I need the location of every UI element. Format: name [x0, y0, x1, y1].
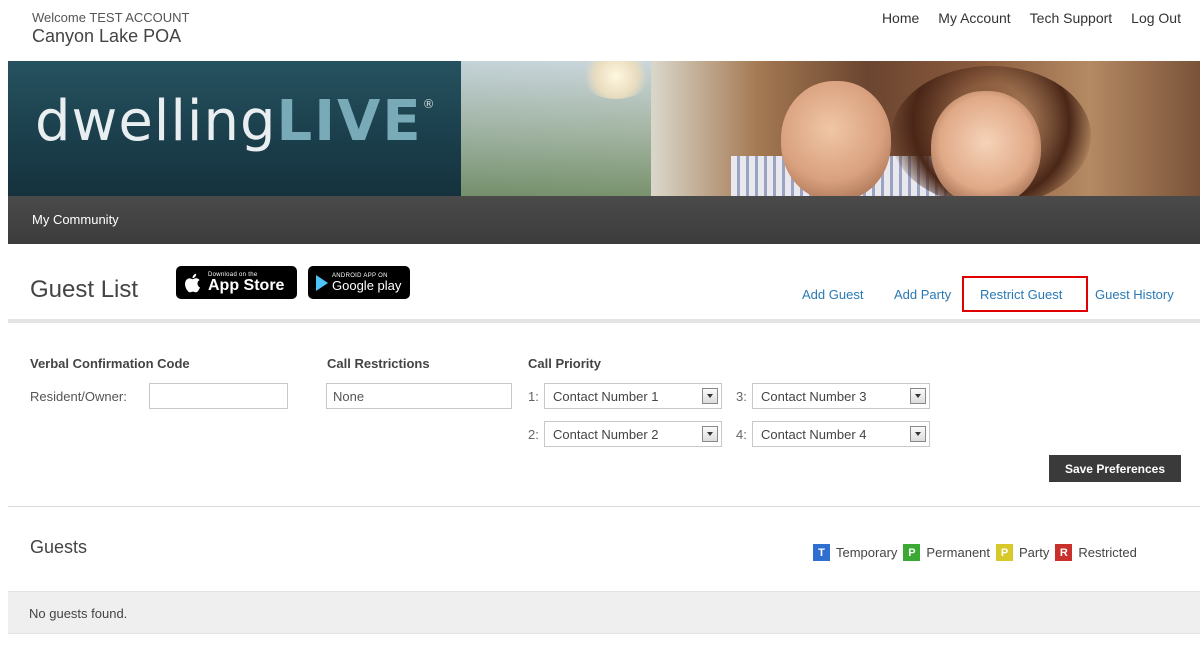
legend-permanent-label: Permanent — [926, 545, 991, 560]
legend: T Temporary P Permanent P Party R Restri… — [813, 544, 1137, 561]
nav-tech-support-link[interactable]: Tech Support — [1030, 10, 1113, 26]
legend-party-label: Party — [1019, 545, 1050, 560]
legend-temporary-label: Temporary — [836, 545, 898, 560]
legend-restricted-label: Restricted — [1078, 545, 1137, 560]
section-divider — [8, 319, 1200, 323]
google-play-text: ANDROID APP ON Google play — [332, 273, 401, 292]
chevron-down-icon — [910, 388, 926, 404]
restrict-guest-link-wrap: Restrict Guest — [980, 287, 1062, 302]
call-priority-heading: Call Priority — [528, 356, 601, 371]
app-store-text: Download on the App Store — [208, 272, 284, 294]
photo-face-man — [781, 81, 891, 196]
add-guest-link-wrap: Add Guest — [802, 287, 863, 302]
nav-home-link[interactable]: Home — [882, 10, 919, 26]
priority-1-number: 1: — [528, 389, 539, 404]
nav-my-account-link[interactable]: My Account — [938, 10, 1010, 26]
welcome-text: Welcome TEST ACCOUNT — [32, 10, 190, 25]
priority-2-select[interactable]: Contact Number 2 — [544, 421, 722, 447]
priority-1-select[interactable]: Contact Number 1 — [544, 383, 722, 409]
resident-owner-label: Resident/Owner: — [30, 389, 127, 404]
photo-face-woman — [931, 91, 1041, 196]
logo-main: dwelling — [35, 89, 277, 154]
top-nav: Home My Account Tech Support Log Out — [882, 10, 1181, 26]
legend-party-swatch: P — [996, 544, 1014, 561]
dwellinglive-logo: dwellingLIVE® — [35, 89, 436, 154]
priority-3-select[interactable]: Contact Number 3 — [752, 383, 930, 409]
app-store-big-text: App Store — [208, 276, 285, 294]
logo-registered-mark: ® — [422, 97, 436, 111]
page-title: Guest List — [30, 276, 139, 303]
restrict-guest-link[interactable]: Restrict Guest — [980, 287, 1062, 302]
logo-panel: dwellingLIVE® — [8, 61, 461, 196]
guest-history-link-wrap: Guest History — [1095, 287, 1174, 302]
save-preferences-button[interactable]: Save Preferences — [1049, 455, 1181, 482]
banner: dwellingLIVE® — [8, 61, 1200, 196]
priority-3-value: Contact Number 3 — [761, 389, 867, 404]
legend-permanent-swatch: P — [903, 544, 921, 561]
verbal-confirmation-heading: Verbal Confirmation Code — [30, 356, 190, 371]
apple-icon — [185, 273, 200, 292]
my-community-menu-item[interactable]: My Community — [32, 212, 119, 227]
logo-accent: LIVE — [276, 89, 423, 154]
top-bar: Welcome TEST ACCOUNT Canyon Lake POA Hom… — [0, 0, 1200, 60]
app-store-badge[interactable]: Download on the App Store — [176, 266, 297, 299]
priority-1-value: Contact Number 1 — [553, 389, 659, 404]
priority-4-value: Contact Number 4 — [761, 427, 867, 442]
add-party-link[interactable]: Add Party — [894, 287, 951, 302]
community-menu-bar: My Community — [8, 196, 1200, 244]
chevron-down-icon — [702, 426, 718, 442]
call-restrictions-heading: Call Restrictions — [327, 356, 430, 371]
guests-heading: Guests — [30, 537, 88, 557]
add-party-link-wrap: Add Party — [894, 287, 951, 302]
guests-empty-row: No guests found. — [8, 591, 1200, 634]
legend-restricted-swatch: R — [1055, 544, 1073, 561]
no-guests-message: No guests found. — [29, 606, 128, 621]
community-name: Canyon Lake POA — [32, 26, 182, 46]
banner-photo — [461, 61, 1200, 196]
guests-divider — [8, 506, 1200, 507]
nav-log-out-link[interactable]: Log Out — [1131, 10, 1181, 26]
google-play-badge[interactable]: ANDROID APP ON Google play — [308, 266, 410, 299]
priority-3-number: 3: — [736, 389, 747, 404]
priority-4-number: 4: — [736, 427, 747, 442]
call-restrictions-input[interactable] — [326, 383, 512, 409]
priority-4-select[interactable]: Contact Number 4 — [752, 421, 930, 447]
play-icon — [316, 274, 328, 291]
priority-2-number: 2: — [528, 427, 539, 442]
add-guest-link[interactable]: Add Guest — [802, 287, 863, 302]
guest-history-link[interactable]: Guest History — [1095, 287, 1174, 302]
chevron-down-icon — [702, 388, 718, 404]
resident-owner-input[interactable] — [149, 383, 288, 409]
google-play-big-text: Google play — [332, 278, 402, 293]
priority-2-value: Contact Number 2 — [553, 427, 659, 442]
chevron-down-icon — [910, 426, 926, 442]
legend-temporary-swatch: T — [813, 544, 830, 561]
